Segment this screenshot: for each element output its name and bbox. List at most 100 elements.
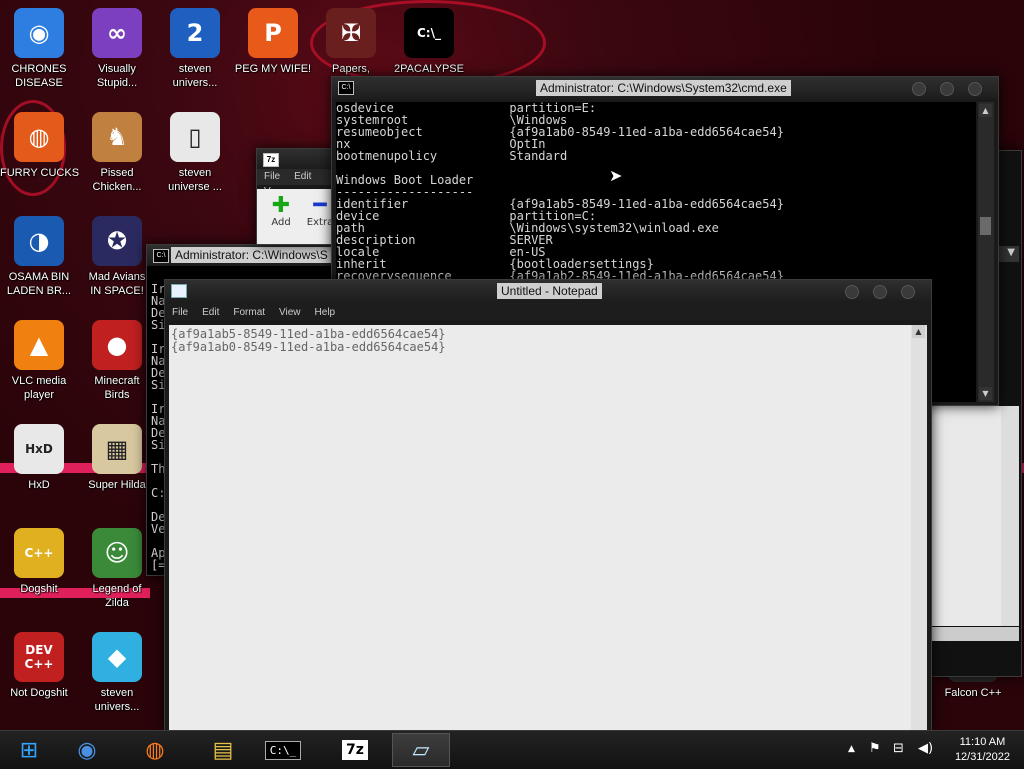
desktop-icon-label: Not Dogshit [10, 687, 68, 699]
7zip-window[interactable]: 7z FileEditV ✚ Add ━ Extra [256, 148, 338, 245]
desktop-icon[interactable]: 2 steven univers... [156, 8, 234, 90]
desktop-icon[interactable]: ▯ steven universe ... [156, 112, 234, 194]
minimize-button[interactable] [912, 82, 926, 96]
taskbar-clock[interactable]: 11:10 AM 12/31/2022 [955, 735, 1010, 765]
desktop-icon-label: 2PACALYPSE [394, 63, 464, 75]
flag-icon[interactable]: ⚑ [869, 741, 881, 756]
7zip-menu-file[interactable]: File [257, 169, 287, 184]
7zip-icon: 7z [342, 740, 368, 760]
menu-help[interactable]: Help [308, 305, 343, 320]
menu-edit[interactable]: Edit [195, 305, 226, 320]
app-icon: C++ [14, 528, 64, 578]
notepad-menubar: File Edit Format View Help [165, 302, 931, 320]
notepad-titlebar[interactable]: Untitled - Notepad [165, 280, 931, 302]
menu-file[interactable]: File [165, 305, 195, 320]
desktop-icon-label: HxD [28, 479, 50, 491]
taskbar-firefox-button[interactable]: ◍ [126, 733, 184, 767]
cmd-scroll-thumb[interactable] [980, 217, 991, 235]
desktop-icon[interactable]: C:\_ 2PACALYPSE [390, 8, 468, 76]
desktop-icon-label: Legend of Zilda [92, 583, 142, 609]
console-line: bootmenupolicy Standard [336, 149, 568, 163]
desktop-icon[interactable]: ◍ FURRY CUCKS [0, 112, 80, 180]
background-window-scrollbar[interactable] [1001, 406, 1019, 626]
clock-date: 12/31/2022 [954, 751, 1010, 763]
taskbar-start-button-button[interactable]: ⊞ [0, 733, 58, 767]
scroll-up-icon[interactable]: ▲ [912, 325, 925, 338]
close-button[interactable] [968, 82, 982, 96]
app-icon: ◉ [14, 8, 64, 58]
desktop-icon-label: steven universe ... [168, 167, 222, 193]
desktop-icon[interactable]: C++ Dogshit [0, 528, 78, 596]
menu-view[interactable]: View [272, 305, 308, 320]
7zip-menubar: FileEditV [257, 169, 337, 197]
app-icon: ● [92, 320, 142, 370]
desktop-icon[interactable]: ☺ Legend of Zilda [78, 528, 156, 610]
cmd-icon: C:\_ [264, 740, 302, 760]
minimize-button[interactable] [845, 285, 859, 299]
chrome-icon: ◉ [77, 737, 97, 763]
desktop-icon[interactable]: ● Minecraft Birds [78, 320, 156, 402]
desktop-icon[interactable]: ▦ Super Hilda [78, 424, 156, 492]
cmd-scrollbar[interactable]: ▲ ▼ [978, 102, 994, 402]
7zip-menu-edit[interactable]: Edit [287, 169, 318, 184]
desktop-icon[interactable]: ∞ Visually Stupid... [78, 8, 156, 90]
7zip-add-label: Add [271, 217, 291, 228]
network-icon[interactable]: ⊟ [893, 741, 904, 756]
desktop-icon-label: Papers, [332, 63, 370, 75]
taskbar-chrome-button[interactable]: ◉ [58, 733, 116, 767]
plus-icon: ✚ [271, 193, 291, 218]
desktop-icon-label: steven univers... [94, 687, 140, 713]
desktop-icon-label: PEG MY WIFE! [234, 63, 312, 75]
show-hidden-icons-icon[interactable]: ▲ [848, 744, 855, 754]
notepad-icon [171, 284, 187, 298]
cmd-titlebar[interactable]: C:\ Administrator: C:\Windows\System32\c… [332, 77, 998, 99]
desktop-icon-label: steven univers... [172, 63, 218, 89]
notepad-window[interactable]: Untitled - Notepad File Edit Format View Hel… [164, 279, 932, 733]
desktop-icon[interactable]: ✠ Papers, [312, 8, 390, 76]
app-icon: ∞ [92, 8, 142, 58]
cmd-window-2-titlebar[interactable]: C:\ Administrator: C:\Windows\S [147, 245, 347, 265]
desktop-icon[interactable]: ▲ VLC media player [0, 320, 78, 402]
cmd-title: Administrator: C:\Windows\System32\cmd.e… [536, 80, 791, 96]
desktop-icon-label: VLC media player [11, 375, 67, 401]
scroll-down-icon[interactable]: ▼ [979, 387, 992, 400]
desktop-icon-label: Pissed Chicken... [92, 167, 142, 193]
desktop-icon-label: Mad Avians IN SPACE! [88, 271, 146, 297]
desktop-icon[interactable]: DEV C++ Not Dogshit [0, 632, 78, 700]
desktop-icon[interactable]: P PEG MY WIFE! [234, 8, 312, 76]
taskbar-7zip-button[interactable]: 7z [326, 733, 384, 767]
maximize-button[interactable] [940, 82, 954, 96]
menu-format[interactable]: Format [226, 305, 272, 320]
desktop-icon[interactable]: ✪ Mad Avians IN SPACE! [78, 216, 156, 298]
desktop-icon-label: CHRONES DISEASE [11, 63, 67, 89]
desktop-icon[interactable]: ♞ Pissed Chicken... [78, 112, 156, 194]
desktop-icon-label: OSAMA BIN LADEN BR... [6, 271, 72, 297]
notepad-textarea[interactable]: {af9a1ab5-8549-11ed-a1ba-edd6564cae54} {… [169, 325, 911, 732]
volume-icon[interactable]: ◀) [918, 741, 933, 756]
scroll-up-icon[interactable]: ▲ [979, 104, 992, 117]
desktop-icon[interactable]: ◑ OSAMA BIN LADEN BR... [0, 216, 78, 298]
maximize-button[interactable] [873, 285, 887, 299]
desktop-icon-label: FURRY CUCKS [0, 167, 80, 179]
cmd-window-2-title: Administrator: C:\Windows\S [171, 247, 332, 263]
desktop-icon[interactable]: HxD HxD [0, 424, 78, 492]
desktop-icon-label: Minecraft Birds [94, 375, 140, 401]
background-window-hscrollbar[interactable] [931, 627, 1019, 641]
app-icon: P [248, 8, 298, 58]
app-icon: HxD [14, 424, 64, 474]
app-icon: ♞ [92, 112, 142, 162]
desktop-icon[interactable]: ◆ steven univers... [78, 632, 156, 714]
app-icon: DEV C++ [14, 632, 64, 682]
taskbar-explorer-button[interactable]: ▤ [194, 733, 252, 767]
taskbar-cmd-button[interactable]: C:\_ [254, 733, 312, 767]
desktop-icon-label: Falcon C++ [944, 687, 1002, 699]
cmd-icon: C:\ [338, 81, 354, 95]
desktop-icon-label: Super Hilda [88, 479, 146, 491]
taskbar-notepad-button[interactable]: ▱ [392, 733, 450, 767]
notepad-scrollbar[interactable]: ▲ [911, 325, 927, 732]
app-icon: ✪ [92, 216, 142, 266]
desktop-icon[interactable]: ◉ CHRONES DISEASE [0, 8, 78, 90]
close-button[interactable] [901, 285, 915, 299]
7zip-titlebar[interactable]: 7z [257, 149, 337, 169]
7zip-add-button[interactable]: ✚ Add [263, 193, 299, 229]
